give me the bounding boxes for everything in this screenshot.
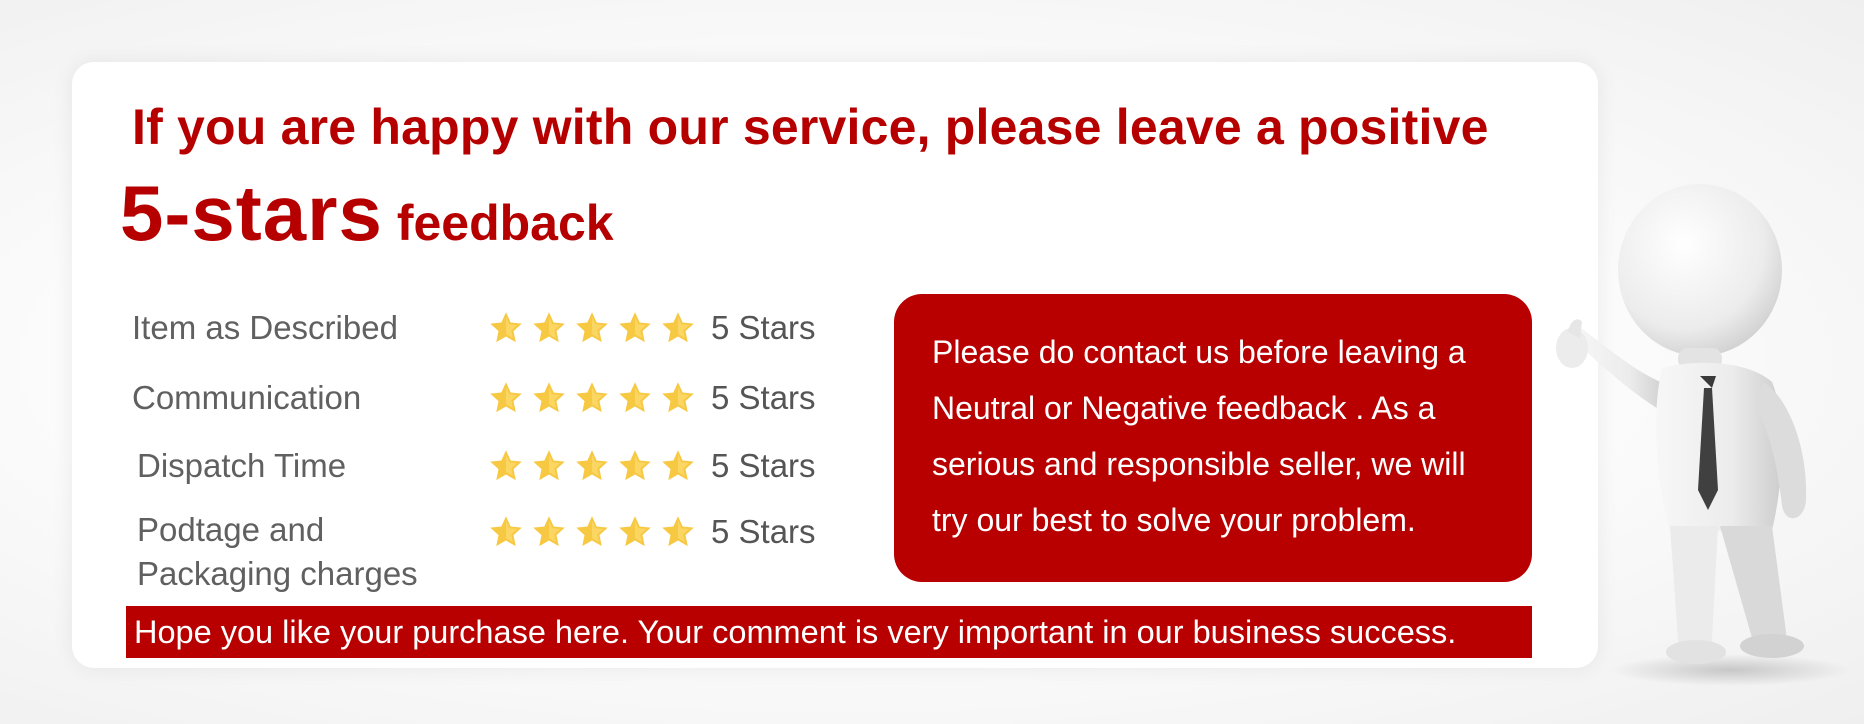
rating-label: Item as Described [132,306,398,350]
star-icon [531,514,567,550]
star-icon [574,310,610,346]
rating-label: Dispatch Time [137,444,346,488]
rating-row-item-described: Item as Described 5 Stars [0,306,830,366]
star-icon [617,310,653,346]
rating-value: 5 Stars [711,379,816,416]
star-icon [660,380,696,416]
star-icon [574,380,610,416]
star-icon [531,380,567,416]
rating-row-dispatch-time: Dispatch Time 5 Stars [0,444,830,504]
rating-label-line: Communication [132,379,362,416]
footer-banner: Hope you like your purchase here. Your c… [126,606,1532,658]
rating-label: Podtage and Packaging charges [137,508,418,596]
star-rating [488,444,703,488]
rating-label-line: Podtage and [137,511,325,548]
five-stars-text: 5-stars [120,169,383,257]
star-rating [488,306,703,350]
notice-line: Please do contact us before leaving a [932,334,1466,370]
rating-label: Communication [132,376,361,420]
rating-value: 5 Stars [711,447,816,484]
star-icon [531,310,567,346]
contact-notice-box: Please do contact us before leaving a Ne… [894,294,1532,582]
headline-line-2: 5-stars feedback [120,168,614,259]
headline-line-1: If you are happy with our service, pleas… [132,99,1489,155]
presenter-figure-icon [1550,170,1860,690]
star-rating [488,510,703,554]
star-icon [660,310,696,346]
star-icon [488,514,524,550]
star-icon [531,448,567,484]
rating-label-line: Dispatch Time [137,447,347,484]
rating-row-packaging: Podtage and Packaging charges 5 Stars [0,510,830,600]
rating-label-line: Packaging charges [137,555,418,592]
rating-value: 5 Stars [711,309,816,346]
rating-value: 5 Stars [711,513,816,550]
rating-label-line: Item as Described [132,309,398,346]
star-icon [574,514,610,550]
notice-line: Neutral or Negative feedback . As a [932,390,1436,426]
notice-line: serious and responsible seller, we will [932,446,1466,482]
star-icon [574,448,610,484]
star-rating [488,376,703,420]
star-icon [617,448,653,484]
star-icon [617,380,653,416]
rating-row-communication: Communication 5 Stars [0,376,830,436]
notice-line: try our best to solve your problem. [932,502,1416,538]
star-icon [660,448,696,484]
star-icon [617,514,653,550]
star-icon [488,310,524,346]
star-icon [488,448,524,484]
feedback-text: feedback [396,195,614,251]
star-icon [660,514,696,550]
star-icon [488,380,524,416]
